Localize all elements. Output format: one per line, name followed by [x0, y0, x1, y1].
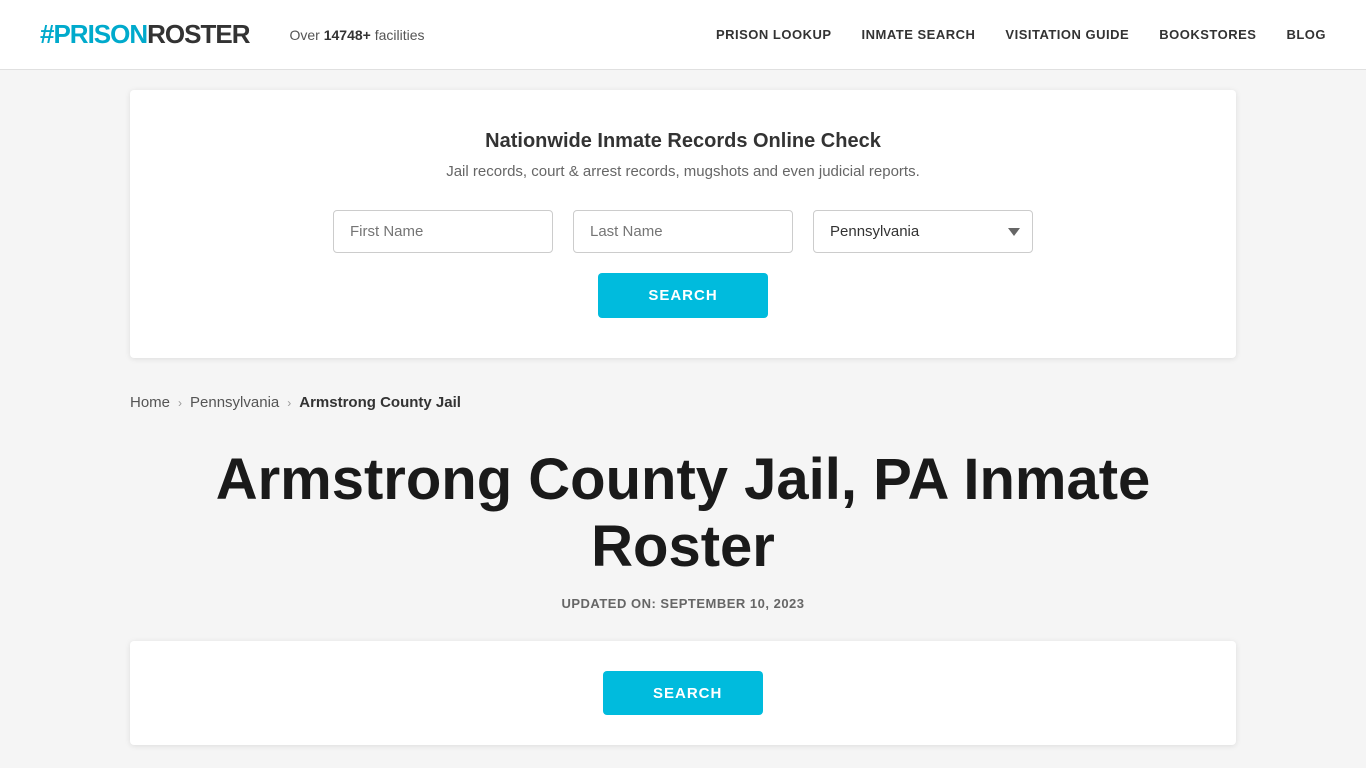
nav-visitation-guide[interactable]: VISITATION GUIDE [1005, 27, 1129, 42]
logo-prison: PRISON [53, 19, 147, 50]
nav-blog[interactable]: BLOG [1286, 27, 1326, 42]
search-panel: Nationwide Inmate Records Online Check J… [130, 90, 1236, 358]
search-inputs-row: Pennsylvania Alabama Alaska Arizona Arka… [190, 210, 1176, 253]
bottom-search-button[interactable]: SEARCH [603, 671, 763, 715]
breadcrumb-separator-1: › [178, 396, 182, 410]
header: #PRISONROSTER Over 14748+ facilities PRI… [0, 0, 1366, 70]
main-nav: PRISON LOOKUP INMATE SEARCH VISITATION G… [716, 27, 1326, 42]
nav-bookstores[interactable]: BOOKSTORES [1159, 27, 1256, 42]
state-select[interactable]: Pennsylvania Alabama Alaska Arizona Arka… [813, 210, 1033, 253]
search-panel-title: Nationwide Inmate Records Online Check [190, 130, 1176, 153]
page-title: Armstrong County Jail, PA Inmate Roster [130, 447, 1236, 580]
nav-inmate-search[interactable]: INMATE SEARCH [862, 27, 976, 42]
first-name-input[interactable] [333, 210, 553, 253]
search-button[interactable]: SEARCH [598, 273, 767, 318]
facilities-text: Over 14748+ facilities [290, 27, 425, 43]
bottom-card: SEARCH [130, 641, 1236, 745]
updated-label: UPDATED ON: SEPTEMBER 10, 2023 [130, 596, 1236, 611]
logo[interactable]: #PRISONROSTER [40, 19, 250, 50]
nav-prison-lookup[interactable]: PRISON LOOKUP [716, 27, 832, 42]
logo-hash: # [40, 19, 53, 50]
breadcrumb-home[interactable]: Home [130, 394, 170, 411]
search-panel-subtitle: Jail records, court & arrest records, mu… [190, 163, 1176, 180]
breadcrumb-separator-2: › [287, 396, 291, 410]
breadcrumb-state[interactable]: Pennsylvania [190, 394, 279, 411]
breadcrumb-current: Armstrong County Jail [299, 394, 461, 411]
main-content: Armstrong County Jail, PA Inmate Roster … [0, 427, 1366, 611]
logo-roster: ROSTER [147, 19, 249, 50]
search-button-row: SEARCH [190, 273, 1176, 318]
last-name-input[interactable] [573, 210, 793, 253]
breadcrumb: Home › Pennsylvania › Armstrong County J… [0, 378, 1366, 427]
